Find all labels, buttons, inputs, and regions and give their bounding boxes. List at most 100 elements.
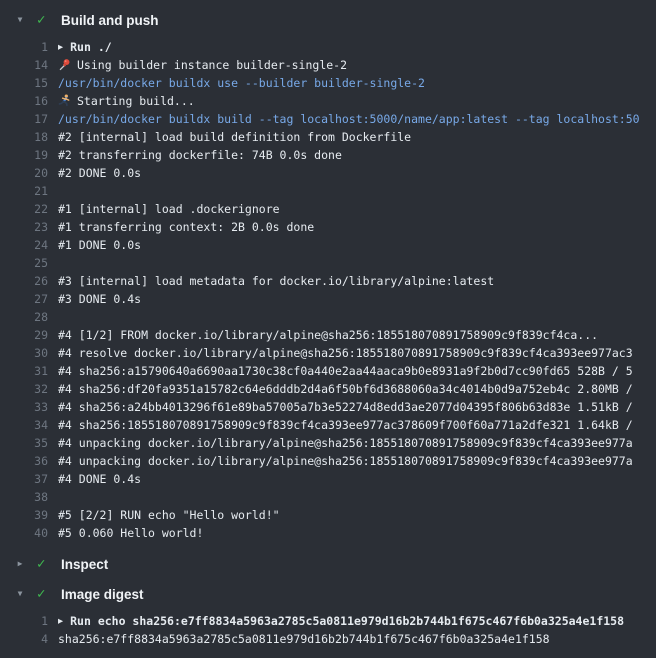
log-line: 1 ▶ Run echo sha256:e7ff8834a5963a2785c5a0… bbox=[0, 612, 656, 630]
line-number[interactable]: 1 bbox=[0, 38, 48, 56]
log-line-text: #4 unpacking docker.io/library/alpine@sh… bbox=[48, 434, 633, 452]
line-number[interactable]: 4 bbox=[0, 630, 48, 648]
log-line-text: #2 [internal] load build definition from… bbox=[48, 128, 411, 146]
log-line-text: #2 transferring dockerfile: 74B 0.0s don… bbox=[48, 146, 342, 164]
line-number[interactable]: 18 bbox=[0, 128, 48, 146]
log-line: 30#4 resolve docker.io/library/alpine@sh… bbox=[0, 344, 656, 362]
log-line-text: #4 unpacking docker.io/library/alpine@sh… bbox=[48, 452, 633, 470]
log-line: 14Using builder instance builder-single-… bbox=[0, 56, 656, 74]
log-line: 28 bbox=[0, 308, 656, 326]
line-number[interactable]: 15 bbox=[0, 74, 48, 92]
line-number[interactable]: 33 bbox=[0, 398, 48, 416]
log-line: 4sha256:e7ff8834a5963a2785c5a0811e979d16… bbox=[0, 630, 656, 648]
log-line-text: #4 sha256:185518070891758909c9f839cf4ca3… bbox=[48, 416, 633, 434]
section-title-build-and-push: Build and push bbox=[61, 13, 159, 28]
log-line-text: #5 [2/2] RUN echo "Hello world!" bbox=[48, 506, 280, 524]
log-line-text: Starting build... bbox=[48, 92, 195, 110]
log-line: 18#2 [internal] load build definition fr… bbox=[0, 128, 656, 146]
log-line: 27#3 DONE 0.4s bbox=[0, 290, 656, 308]
log-line-text: #4 sha256:a24bb4013296f61e89ba57005a7b3e… bbox=[48, 398, 633, 416]
section-header-image-digest[interactable]: ▼✓Image digest bbox=[0, 582, 656, 606]
workflow-log-page: ▼ ✓ Build and push 1 ▶ Run ./ 14Using builder … bbox=[0, 0, 656, 658]
log-line-text: #1 DONE 0.0s bbox=[48, 236, 141, 254]
runner-icon bbox=[58, 94, 71, 107]
line-number[interactable]: 20 bbox=[0, 164, 48, 182]
log-line: 32#4 sha256:df20fa9351a15782c64e6dddb2d4… bbox=[0, 380, 656, 398]
play-icon[interactable]: ▶ bbox=[58, 39, 63, 57]
section-title-inspect: Inspect bbox=[61, 557, 108, 572]
log-line-text: /usr/bin/docker buildx build --tag local… bbox=[48, 110, 640, 128]
log-line: 17/usr/bin/docker buildx build --tag loc… bbox=[0, 110, 656, 128]
line-number[interactable]: 32 bbox=[0, 380, 48, 398]
log-line: 25 bbox=[0, 254, 656, 272]
log-line: 19#2 transferring dockerfile: 74B 0.0s d… bbox=[0, 146, 656, 164]
log-line-text: #4 sha256:a15790640a6690aa1730c38cf0a440… bbox=[48, 362, 633, 380]
line-number[interactable]: 22 bbox=[0, 200, 48, 218]
line-number[interactable]: 38 bbox=[0, 488, 48, 506]
line-number[interactable]: 27 bbox=[0, 290, 48, 308]
log-line: 39#5 [2/2] RUN echo "Hello world!" bbox=[0, 506, 656, 524]
section-inspect: ▶✓Inspect bbox=[0, 552, 656, 576]
line-number[interactable]: 39 bbox=[0, 506, 48, 524]
log-line-text: #1 transferring context: 2B 0.0s done bbox=[48, 218, 314, 236]
log-block-image-digest: 1 ▶ Run echo sha256:e7ff8834a5963a2785c5a0… bbox=[0, 612, 656, 648]
log-line-text: ▶ Run echo sha256:e7ff8834a5963a2785c5a08… bbox=[48, 612, 624, 630]
play-icon[interactable]: ▶ bbox=[58, 613, 63, 631]
section-header-inspect[interactable]: ▶✓Inspect bbox=[0, 552, 656, 576]
log-line: 36#4 unpacking docker.io/library/alpine@… bbox=[0, 452, 656, 470]
log-line: 21 bbox=[0, 182, 656, 200]
log-line-text: #5 0.060 Hello world! bbox=[48, 524, 203, 542]
line-number[interactable]: 40 bbox=[0, 524, 48, 542]
check-icon: ✓ bbox=[37, 8, 53, 32]
line-number[interactable]: 34 bbox=[0, 416, 48, 434]
log-line: 33#4 sha256:a24bb4013296f61e89ba57005a7b… bbox=[0, 398, 656, 416]
log-line: 37#4 DONE 0.4s bbox=[0, 470, 656, 488]
log-line-text: #2 DONE 0.0s bbox=[48, 164, 141, 182]
log-line-text bbox=[48, 254, 58, 272]
log-line-text: #4 sha256:df20fa9351a15782c64e6dddb2d4a6… bbox=[48, 380, 633, 398]
log-line-text bbox=[48, 488, 58, 506]
line-number[interactable]: 14 bbox=[0, 56, 48, 74]
chevron-right-icon[interactable]: ▶ bbox=[13, 552, 27, 576]
line-number[interactable]: 30 bbox=[0, 344, 48, 362]
log-line: 34#4 sha256:185518070891758909c9f839cf4c… bbox=[0, 416, 656, 434]
log-line-text bbox=[48, 308, 58, 326]
line-number[interactable]: 36 bbox=[0, 452, 48, 470]
line-number[interactable]: 1 bbox=[0, 612, 48, 630]
log-line: 16Starting build... bbox=[0, 92, 656, 110]
line-number[interactable]: 35 bbox=[0, 434, 48, 452]
log-line-text: #4 resolve docker.io/library/alpine@sha2… bbox=[48, 344, 633, 362]
log-block-build-and-push: 1 ▶ Run ./ 14Using builder instance builder… bbox=[0, 38, 656, 542]
line-number[interactable]: 28 bbox=[0, 308, 48, 326]
chevron-down-icon[interactable]: ▼ bbox=[13, 8, 27, 32]
line-number[interactable]: 29 bbox=[0, 326, 48, 344]
log-line: 23#1 transferring context: 2B 0.0s done bbox=[0, 218, 656, 236]
run-command-text: Run ./ bbox=[70, 40, 112, 54]
log-line: 29#4 [1/2] FROM docker.io/library/alpine… bbox=[0, 326, 656, 344]
section-image-digest: ▼✓Image digest 1 ▶ Run echo sha256:e7ff8834… bbox=[0, 582, 656, 648]
chevron-down-icon[interactable]: ▼ bbox=[13, 582, 27, 606]
pushpin-icon bbox=[58, 58, 71, 71]
log-line: 31#4 sha256:a15790640a6690aa1730c38cf0a4… bbox=[0, 362, 656, 380]
log-line: 24#1 DONE 0.0s bbox=[0, 236, 656, 254]
line-number[interactable]: 21 bbox=[0, 182, 48, 200]
line-number[interactable]: 31 bbox=[0, 362, 48, 380]
log-line: 40#5 0.060 Hello world! bbox=[0, 524, 656, 542]
log-sections: ▼ ✓ Build and push 1 ▶ Run ./ 14Using builder … bbox=[0, 8, 656, 648]
line-number[interactable]: 17 bbox=[0, 110, 48, 128]
section-header-build-and-push[interactable]: ▼ ✓ Build and push bbox=[0, 8, 656, 32]
run-command-text: Run echo sha256:e7ff8834a5963a2785c5a081… bbox=[70, 614, 624, 628]
line-number[interactable]: 16 bbox=[0, 92, 48, 110]
log-line-text: sha256:e7ff8834a5963a2785c5a0811e979d16b… bbox=[48, 630, 550, 648]
line-number[interactable]: 26 bbox=[0, 272, 48, 290]
log-line: 22#1 [internal] load .dockerignore bbox=[0, 200, 656, 218]
line-number[interactable]: 19 bbox=[0, 146, 48, 164]
line-number[interactable]: 23 bbox=[0, 218, 48, 236]
log-line-text bbox=[48, 182, 58, 200]
line-number[interactable]: 37 bbox=[0, 470, 48, 488]
log-line: 26#3 [internal] load metadata for docker… bbox=[0, 272, 656, 290]
line-number[interactable]: 24 bbox=[0, 236, 48, 254]
log-line: 15/usr/bin/docker buildx use --builder b… bbox=[0, 74, 656, 92]
line-number[interactable]: 25 bbox=[0, 254, 48, 272]
log-line: 35#4 unpacking docker.io/library/alpine@… bbox=[0, 434, 656, 452]
